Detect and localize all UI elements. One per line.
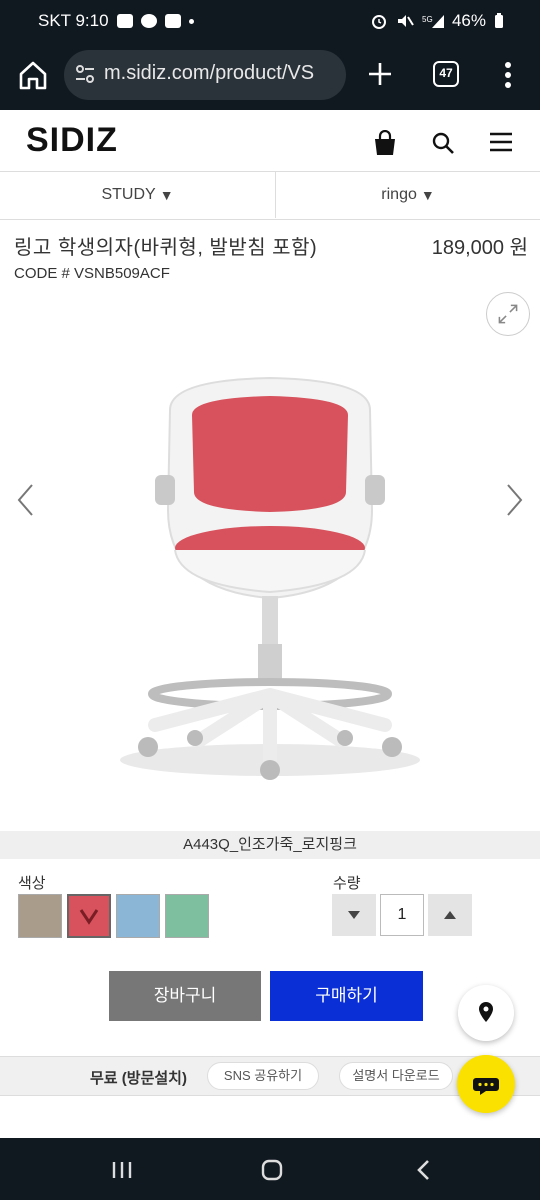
quantity-increase-button[interactable] (428, 894, 472, 936)
site-logo[interactable]: SIDIZ (26, 121, 118, 160)
carrier-time: SKT 9:10 (38, 11, 109, 30)
color-swatch-beige[interactable] (18, 894, 62, 938)
color-swatch-blue[interactable] (116, 894, 160, 938)
product-price: 189,000 원 (431, 237, 528, 259)
mute-icon (397, 15, 414, 27)
more-menu-icon[interactable] (500, 60, 516, 90)
color-swatch-pink-selected[interactable] (67, 894, 111, 938)
category-select-ringo[interactable]: ringo ▼ (276, 172, 540, 218)
buy-now-button[interactable]: 구매하기 (270, 971, 423, 1021)
search-icon[interactable] (431, 131, 455, 155)
site-settings-icon[interactable] (74, 63, 96, 85)
home-icon[interactable] (16, 58, 50, 92)
notification-dot-icon (188, 18, 194, 24)
quantity-option-label: 수량 (333, 875, 361, 892)
s-app-icon (164, 14, 181, 28)
next-image-arrow-icon[interactable] (504, 482, 526, 518)
tab-count-button[interactable]: 47 (433, 61, 459, 87)
product-code: CODE # VSNB509ACF (14, 265, 170, 282)
sns-share-button[interactable]: SNS 공유하기 (207, 1062, 319, 1090)
product-name: 링고 학생의자(바퀴형, 발받침 포함) (14, 237, 318, 259)
dropdown-triangle-icon: ▼ (420, 187, 435, 203)
store-location-button[interactable] (458, 985, 514, 1041)
signal-5g-icon: 5G (422, 15, 444, 28)
add-to-cart-button[interactable]: 장바구니 (109, 971, 261, 1021)
status-bar: SKT 9:10 5G 46% (0, 0, 540, 44)
manual-download-button[interactable]: 설명서 다운로드 (339, 1062, 453, 1090)
alarm-icon (371, 15, 386, 29)
color-option-label: 색상 (18, 875, 46, 892)
home-nav-icon[interactable] (260, 1158, 284, 1182)
dropdown-triangle-icon: ▼ (159, 187, 174, 203)
checkmark-icon (79, 909, 99, 925)
shopping-bag-icon[interactable] (373, 130, 397, 156)
quantity-input[interactable]: 1 (380, 894, 424, 936)
chat-button[interactable] (457, 1055, 515, 1113)
menu-icon[interactable] (489, 132, 513, 152)
category-label: STUDY (101, 186, 156, 203)
gallery-icon (116, 14, 133, 28)
color-swatch-green[interactable] (165, 894, 209, 938)
product-image-chair (120, 376, 420, 780)
svg-text:5G: 5G (422, 15, 433, 24)
selected-color-label: A443Q_인조가죽_로지핑크 (0, 831, 540, 859)
new-tab-icon[interactable] (366, 60, 394, 88)
previous-image-arrow-icon[interactable] (14, 482, 36, 518)
url-text[interactable]: m.sidiz.com/product/VS (104, 62, 340, 85)
back-nav-icon[interactable] (414, 1158, 434, 1182)
recent-apps-icon[interactable] (110, 1160, 134, 1180)
talk-icon (140, 14, 157, 28)
category-label: ringo (381, 186, 417, 203)
expand-image-icon[interactable] (486, 292, 530, 336)
category-select-study[interactable]: STUDY ▼ (0, 172, 275, 218)
battery-icon (495, 13, 503, 28)
battery-percent: 46% (451, 11, 486, 30)
quantity-decrease-button[interactable] (332, 894, 376, 936)
free-install-text: 무료 (방문설치) (90, 1070, 187, 1087)
